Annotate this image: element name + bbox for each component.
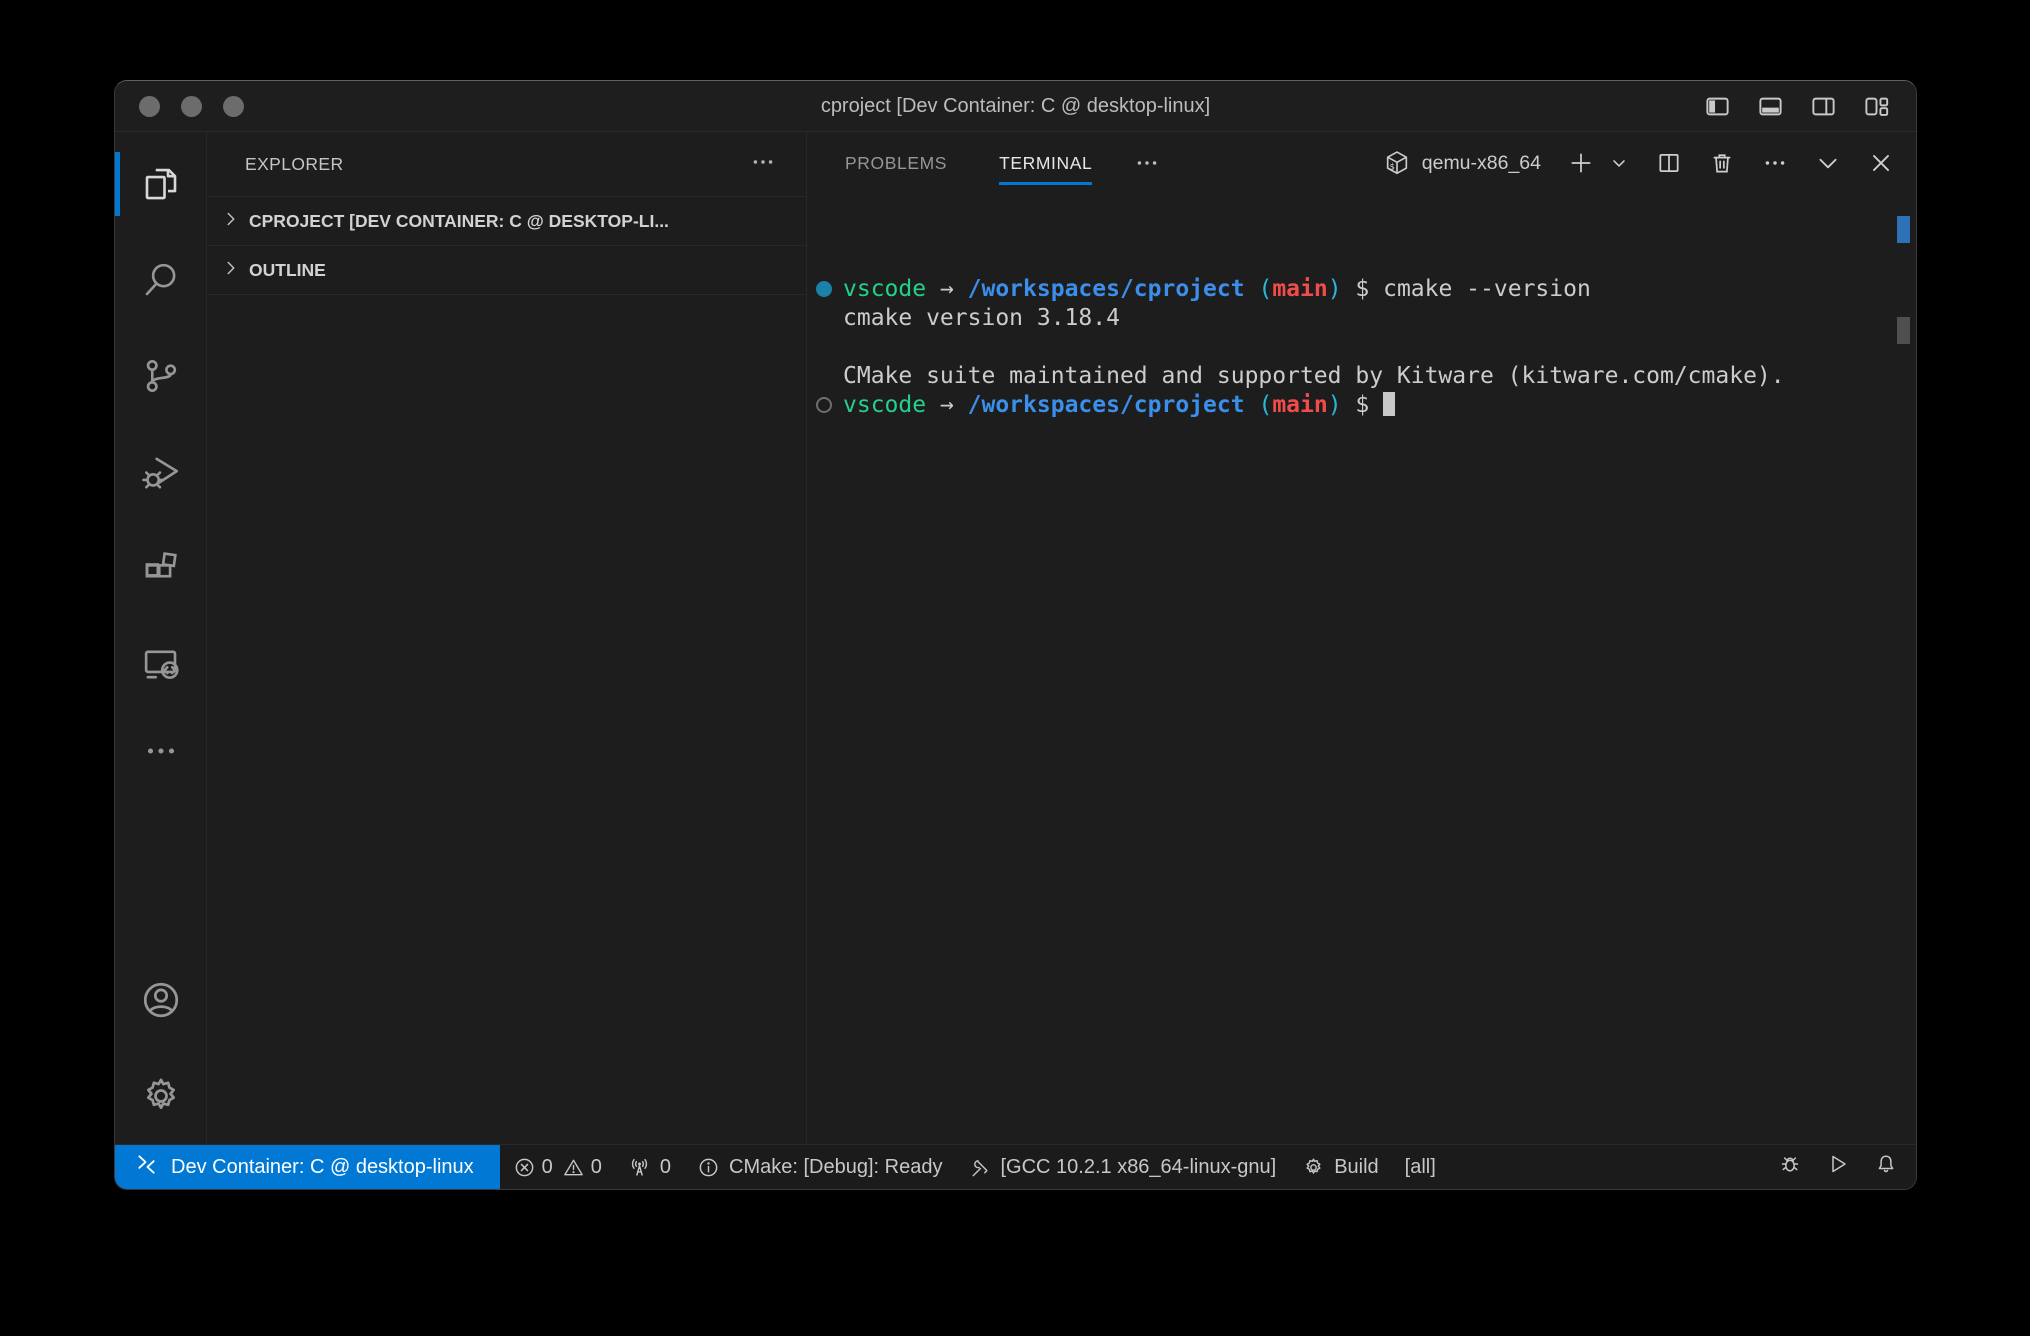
- additional-views-button[interactable]: [115, 712, 207, 790]
- remote-label: Dev Container: C @ desktop-linux: [171, 1156, 474, 1179]
- terminal-line: CMake suite maintained and supported by …: [843, 362, 1876, 391]
- terminal-lines: vscode → /workspaces/cproject (main) $ c…: [843, 275, 1876, 420]
- command-decoration-pending-icon[interactable]: [816, 397, 832, 413]
- terminal-line: vscode → /workspaces/cproject (main) $ c…: [843, 275, 1876, 304]
- sidebar-item-remote-explorer[interactable]: [115, 616, 207, 712]
- ports-count: 0: [660, 1156, 671, 1179]
- sidebar-item-extensions[interactable]: [115, 520, 207, 616]
- new-terminal-icon[interactable]: [1568, 150, 1594, 176]
- play-icon: [1826, 1152, 1850, 1182]
- bottom-panel: PROBLEMS TERMINAL $ qemu-x86_64: [807, 132, 1916, 1144]
- chevron-right-icon: [220, 208, 242, 235]
- traffic-lights: [139, 96, 244, 117]
- activity-bar: [115, 132, 207, 1144]
- cmake-status-label: CMake: [Debug]: Ready: [729, 1156, 942, 1179]
- tools-icon: [968, 1156, 991, 1179]
- split-terminal-icon[interactable]: [1656, 150, 1682, 176]
- error-icon: [513, 1156, 536, 1179]
- kit-selection[interactable]: [GCC 10.2.1 x86_64-linux-gnu]: [955, 1145, 1289, 1189]
- window-title: cproject [Dev Container: C @ desktop-lin…: [115, 95, 1916, 118]
- notifications-button[interactable]: [1862, 1145, 1910, 1189]
- toggle-primary-sidebar-icon[interactable]: [1704, 93, 1731, 120]
- section-label: CPROJECT [DEV CONTAINER: C @ DESKTOP-LI.…: [249, 211, 669, 232]
- kill-terminal-icon[interactable]: [1709, 150, 1735, 176]
- remote-indicator[interactable]: Dev Container: C @ desktop-linux: [115, 1145, 500, 1189]
- customize-layout-icon[interactable]: [1863, 93, 1890, 120]
- cmake-status[interactable]: CMake: [Debug]: Ready: [684, 1145, 955, 1189]
- scrollbar-command-marker: [1897, 216, 1910, 243]
- more-actions-icon[interactable]: [1762, 150, 1788, 176]
- build-target[interactable]: [all]: [1392, 1145, 1449, 1189]
- remote-indicator-icon: [135, 1153, 158, 1182]
- panel-header: PROBLEMS TERMINAL $ qemu-x86_64: [807, 132, 1916, 194]
- title-bar: cproject [Dev Container: C @ desktop-lin…: [115, 81, 1916, 132]
- build-button[interactable]: Build: [1289, 1145, 1391, 1189]
- command-decoration-success-icon[interactable]: [816, 281, 832, 297]
- section-label: OUTLINE: [249, 260, 326, 281]
- explorer-sidebar: EXPLORER CPROJECT [DEV CONTAINER: C @ DE…: [207, 132, 807, 1144]
- build-label: Build: [1334, 1156, 1378, 1179]
- launch-profile-chevron-icon[interactable]: [1609, 153, 1629, 173]
- search-icon: [140, 259, 182, 301]
- extensions-icon: [140, 547, 182, 589]
- manage-button[interactable]: [115, 1048, 207, 1144]
- status-bar: Dev Container: C @ desktop-linux 0 0 0: [115, 1144, 1916, 1189]
- bug-icon: [1778, 1152, 1802, 1182]
- info-icon: [697, 1156, 720, 1179]
- debug-target-button[interactable]: [1766, 1145, 1814, 1189]
- explorer-more-actions-icon[interactable]: [750, 149, 776, 180]
- terminal-line: vscode → /workspaces/cproject (main) $: [843, 391, 1876, 420]
- gear-icon: [1302, 1156, 1325, 1179]
- terminal-cursor: [1383, 392, 1395, 416]
- section-project-folder[interactable]: CPROJECT [DEV CONTAINER: C @ DESKTOP-LI.…: [207, 196, 806, 245]
- radio-tower-icon: [628, 1156, 651, 1179]
- more-icon: [143, 733, 179, 769]
- terminal-line: [843, 333, 1876, 362]
- terminal-profile-name: qemu-x86_64: [1422, 152, 1541, 175]
- terminal-viewport[interactable]: vscode → /workspaces/cproject (main) $ c…: [807, 194, 1916, 1144]
- minimize-window-button[interactable]: [181, 96, 202, 117]
- toggle-panel-icon[interactable]: [1757, 93, 1784, 120]
- gear-icon: [139, 1074, 183, 1118]
- terminal-profile-cube-icon: $: [1383, 149, 1411, 177]
- sidebar-title: EXPLORER: [245, 154, 344, 175]
- bell-icon: [1874, 1152, 1898, 1182]
- run-debug-icon: [140, 451, 182, 493]
- terminal-line: cmake version 3.18.4: [843, 304, 1876, 333]
- tab-problems[interactable]: PROBLEMS: [845, 132, 947, 194]
- close-window-button[interactable]: [139, 96, 160, 117]
- warning-count: 0: [591, 1156, 602, 1179]
- svg-text:$: $: [1389, 163, 1394, 173]
- vscode-window: cproject [Dev Container: C @ desktop-lin…: [114, 80, 1917, 1190]
- ports-status[interactable]: 0: [615, 1145, 684, 1189]
- close-panel-icon[interactable]: [1868, 150, 1894, 176]
- error-count: 0: [542, 1156, 553, 1179]
- zoom-window-button[interactable]: [223, 96, 244, 117]
- terminal-scrollbar[interactable]: [1897, 317, 1910, 344]
- toggle-secondary-sidebar-icon[interactable]: [1810, 93, 1837, 120]
- kit-label: [GCC 10.2.1 x86_64-linux-gnu]: [1000, 1156, 1276, 1179]
- chevron-right-icon: [220, 257, 242, 284]
- terminal-profile[interactable]: $ qemu-x86_64: [1383, 149, 1541, 177]
- sidebar-item-run-and-debug[interactable]: [115, 424, 207, 520]
- account-icon: [139, 978, 183, 1022]
- sidebar-item-search[interactable]: [115, 232, 207, 328]
- panel-views-more-icon[interactable]: [1134, 150, 1160, 176]
- accounts-button[interactable]: [115, 952, 207, 1048]
- remote-explorer-icon: [140, 643, 182, 685]
- build-target-label: [all]: [1405, 1156, 1436, 1179]
- launch-target-button[interactable]: [1814, 1145, 1862, 1189]
- problems-status[interactable]: 0 0: [500, 1145, 615, 1189]
- sidebar-item-explorer[interactable]: [115, 136, 207, 232]
- files-icon: [140, 163, 182, 205]
- section-outline[interactable]: OUTLINE: [207, 245, 806, 295]
- sidebar-item-source-control[interactable]: [115, 328, 207, 424]
- hide-panel-chevron-icon[interactable]: [1815, 150, 1841, 176]
- tab-terminal[interactable]: TERMINAL: [999, 132, 1092, 194]
- source-control-icon: [140, 355, 182, 397]
- warning-icon: [562, 1156, 585, 1179]
